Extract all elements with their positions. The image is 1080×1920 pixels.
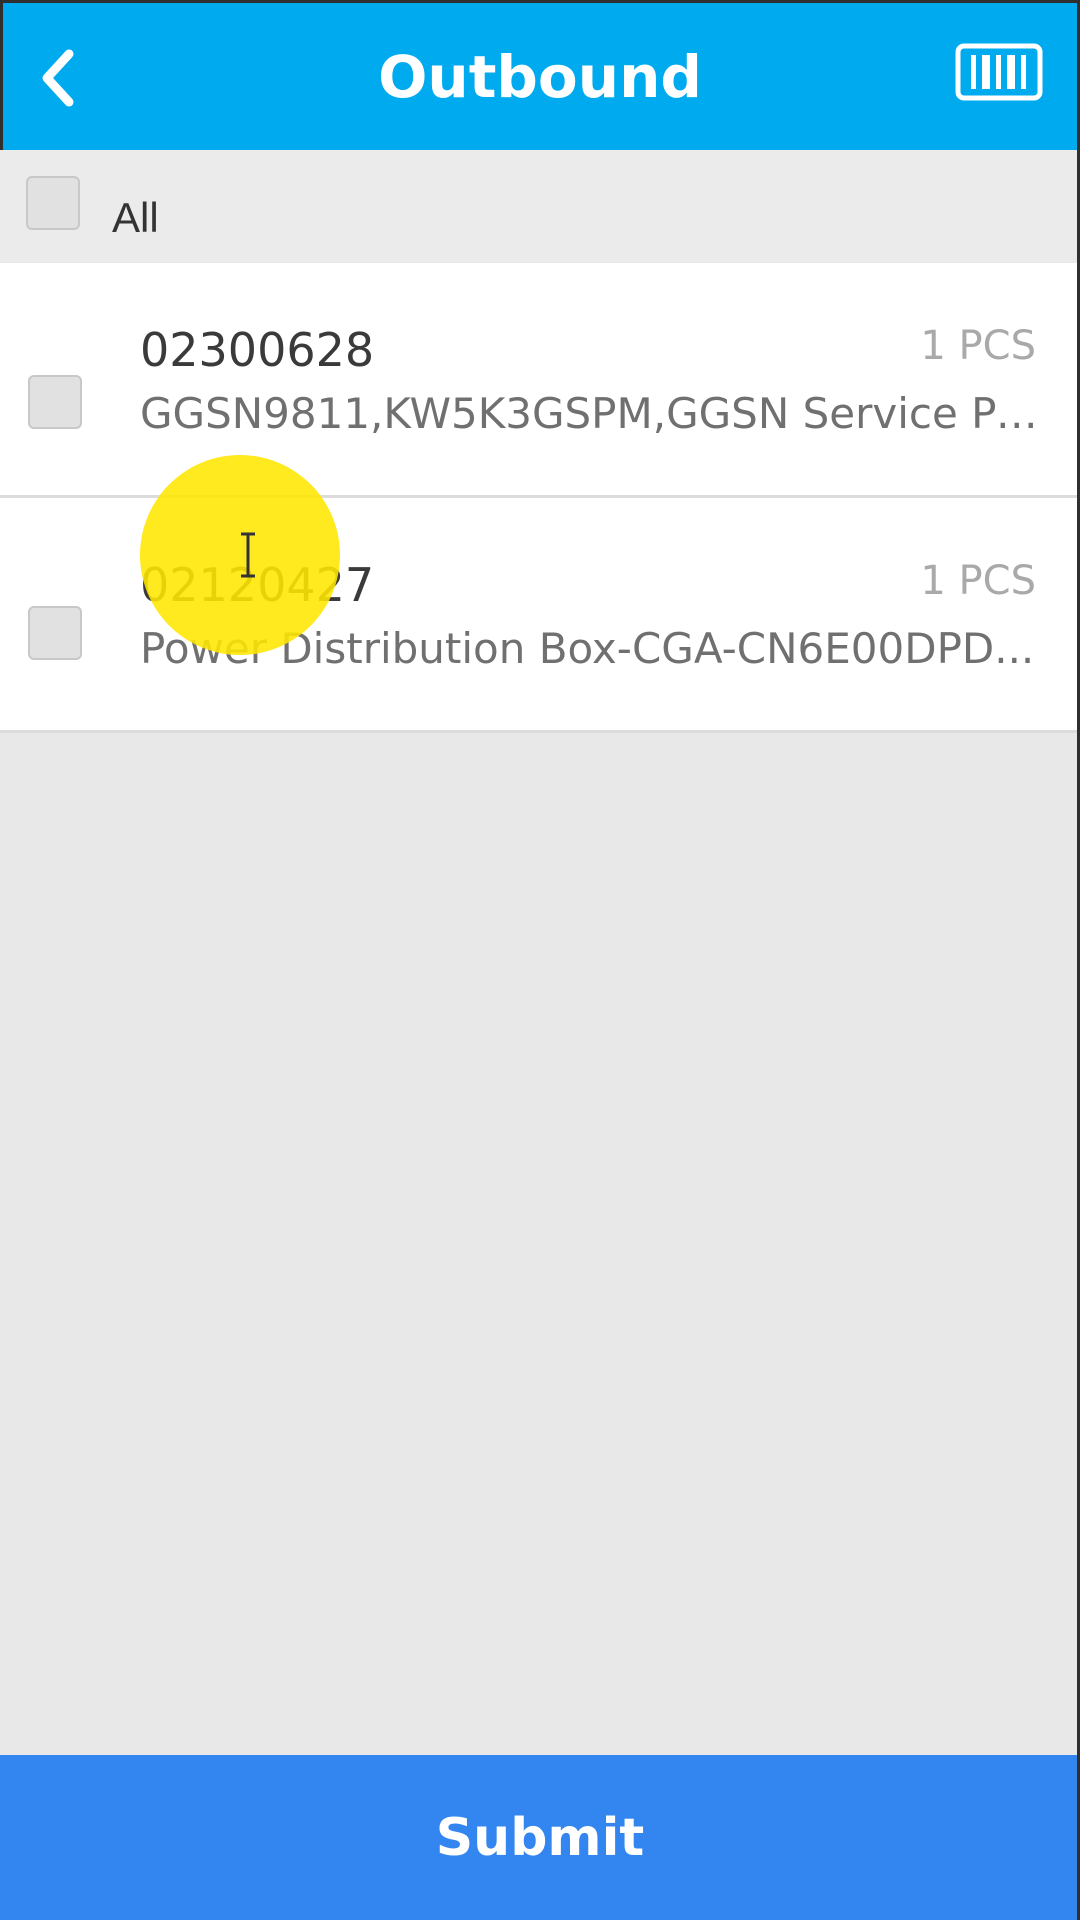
item-quantity: 1 PCS xyxy=(920,323,1036,369)
select-all-checkbox[interactable] xyxy=(26,176,80,230)
item-code: 02300628 xyxy=(140,323,375,377)
item-checkbox[interactable] xyxy=(28,606,82,660)
page-title: Outbound xyxy=(378,43,702,111)
list-item[interactable]: 02300628 1 PCS GGSN9811,KW5K3GSPM,GGSN S… xyxy=(0,263,1080,495)
select-all-label: All xyxy=(112,194,159,241)
item-code: 02120427 xyxy=(140,558,375,612)
item-quantity: 1 PCS xyxy=(920,558,1036,604)
scan-button[interactable] xyxy=(955,43,1043,101)
item-description: Power Distribution Box-CGA-CN6E00DPD... xyxy=(140,624,1035,673)
submit-label: Submit xyxy=(435,1807,645,1868)
back-button[interactable] xyxy=(27,33,87,123)
item-description: GGSN9811,KW5K3GSPM,GGSN Service Pr... xyxy=(140,389,1040,438)
submit-button[interactable]: Submit xyxy=(0,1755,1080,1920)
chevron-left-icon xyxy=(42,49,74,107)
list-item[interactable]: 02120427 1 PCS Power Distribution Box-CG… xyxy=(0,498,1080,730)
barcode-scan-icon xyxy=(955,43,1043,101)
app-header: Outbound xyxy=(0,0,1080,150)
item-checkbox[interactable] xyxy=(28,375,82,429)
list-divider xyxy=(0,730,1080,733)
select-all-row: All xyxy=(0,150,1080,262)
